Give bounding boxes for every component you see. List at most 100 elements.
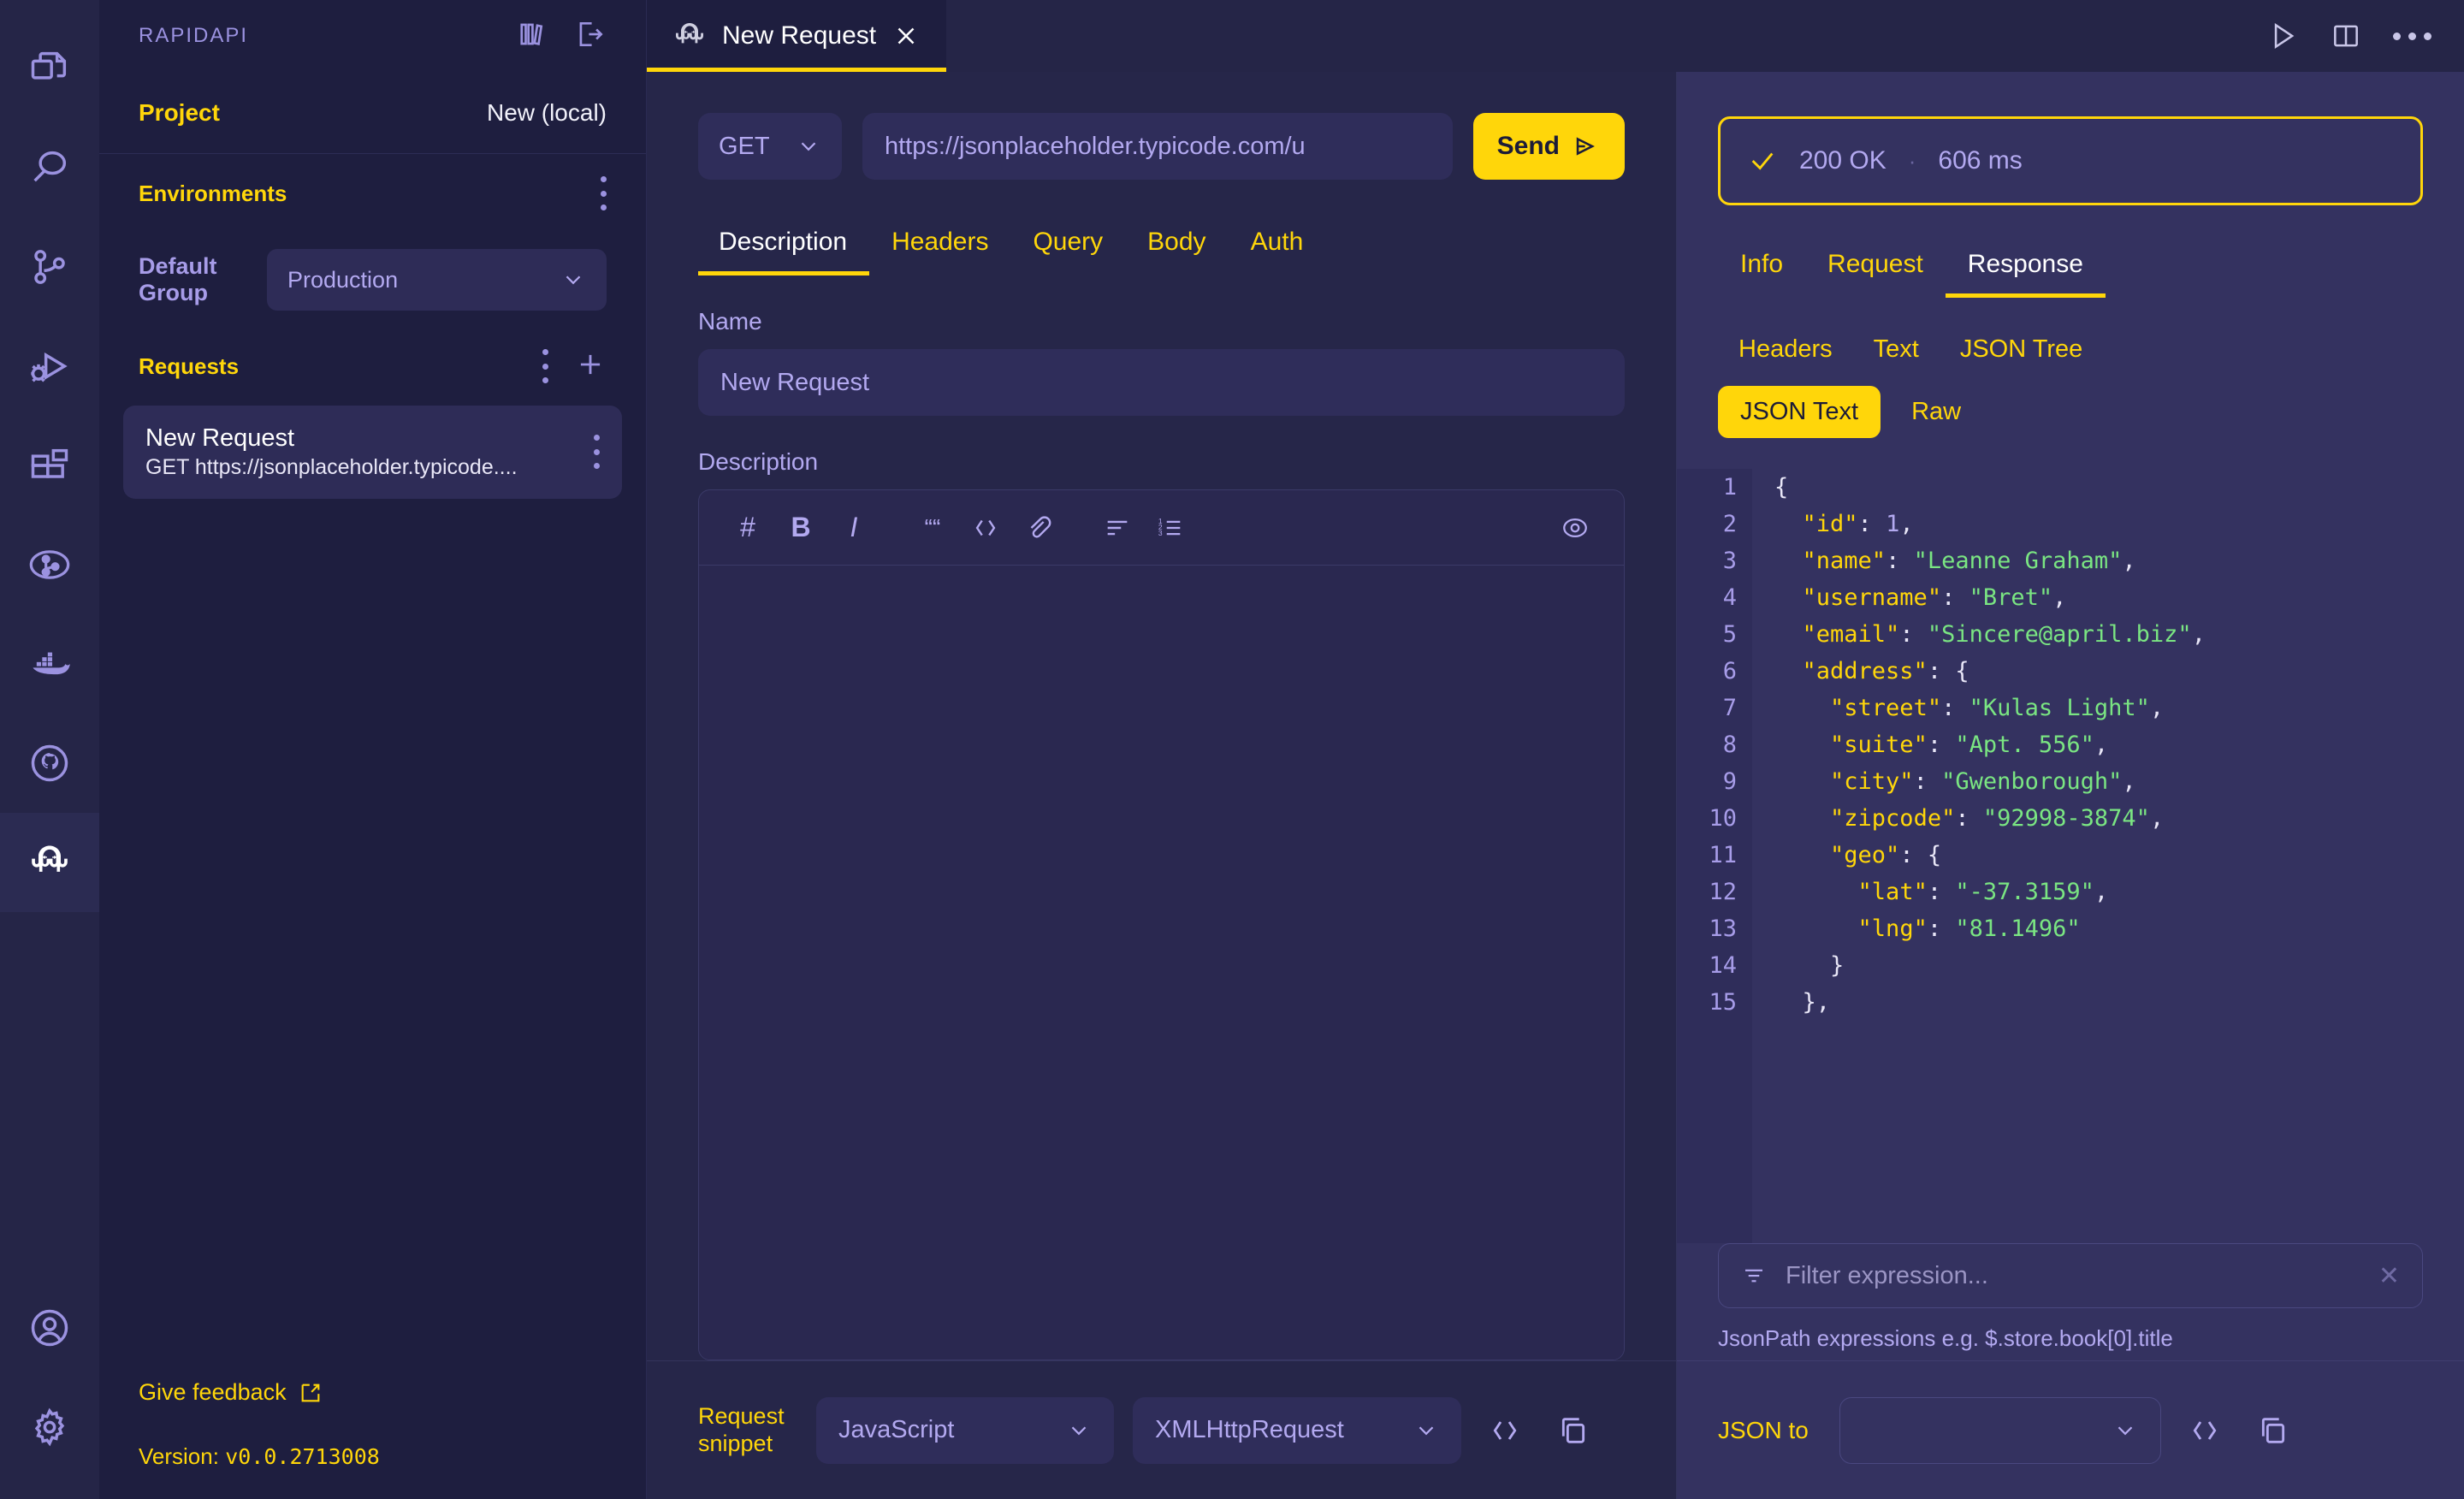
numbered-list-icon[interactable]: 123	[1144, 513, 1197, 542]
snippet-language-value: JavaScript	[838, 1416, 955, 1443]
description-label: Description	[698, 448, 819, 475]
split-editor-icon[interactable]	[2330, 20, 2362, 52]
snippet-library-select[interactable]: XMLHttpRequest	[1133, 1396, 1461, 1464]
docker-icon[interactable]	[0, 614, 99, 714]
more-actions-icon[interactable]	[2393, 32, 2431, 40]
environments-more-options-icon[interactable]	[600, 176, 607, 210]
filter-icon	[1745, 1269, 1762, 1283]
tab-response[interactable]: Response	[1945, 241, 2106, 298]
request-item-subtitle: GET https://jsonplaceholder.typicode....	[145, 455, 518, 480]
give-feedback-link[interactable]: Give feedback	[139, 1379, 607, 1406]
line-number: 13	[1709, 915, 1737, 942]
search-icon[interactable]	[0, 118, 99, 217]
explorer-icon[interactable]	[0, 19, 99, 118]
tab-query[interactable]: Query	[1010, 219, 1125, 276]
subtab-json-tree[interactable]: JSON Tree	[1940, 329, 2103, 370]
source-control-icon[interactable]	[0, 217, 99, 317]
link-icon[interactable]	[1012, 513, 1065, 542]
line-number: 7	[1722, 695, 1737, 721]
json-to-code-icon[interactable]	[2180, 1406, 2230, 1455]
request-pane: GET https://jsonplaceholder.typicode.com…	[647, 72, 1677, 1499]
library-icon[interactable]	[518, 18, 550, 55]
environments-title: Environments	[139, 180, 287, 206]
close-icon[interactable]	[891, 21, 921, 50]
tab-info[interactable]: Info	[1718, 241, 1805, 298]
tab-new-request[interactable]: New Request	[647, 0, 947, 72]
snippet-code-icon[interactable]	[1480, 1406, 1530, 1455]
settings-gear-icon[interactable]	[0, 1378, 99, 1477]
chevron-down-icon	[1419, 1425, 1434, 1435]
request-item-name: New Request	[145, 424, 295, 452]
line-number: 8	[1722, 732, 1737, 758]
tab-auth[interactable]: Auth	[1229, 219, 1326, 276]
request-tabs: Description Headers Query Body Auth	[647, 219, 1676, 276]
response-format-toggle: JSON Text Raw	[1677, 386, 2464, 438]
name-value: New Request	[720, 368, 870, 396]
close-icon[interactable]: ✕	[2378, 1261, 2400, 1291]
json-to-copy-icon[interactable]	[2248, 1406, 2298, 1455]
tab-label: New Request	[722, 21, 877, 50]
send-icon	[1576, 137, 1595, 156]
requests-more-options-icon[interactable]	[542, 349, 548, 383]
line-number: 4	[1722, 584, 1737, 611]
code-line: "lat": "-37.3159",	[1857, 879, 2109, 905]
url-value: https://jsonplaceholder.typicode.com/u	[885, 132, 1306, 160]
extensions-icon[interactable]	[0, 416, 99, 515]
subtab-text[interactable]: Text	[1853, 329, 1940, 370]
request-item-more-options-icon[interactable]	[593, 435, 600, 470]
format-json-text[interactable]: JSON Text	[1718, 386, 1881, 438]
preview-eye-icon[interactable]	[1549, 513, 1602, 542]
snippet-copy-icon[interactable]	[1549, 1406, 1598, 1455]
response-body-viewer[interactable]: 1 2 3 4 5 6 7 8 9 10 11 12 13 14 15 { "id": 1, "name":…	[1677, 469, 2464, 1243]
github-icon[interactable]	[0, 714, 99, 813]
side-panel-title: RAPIDAPI	[139, 24, 249, 47]
rapidapi-octopus-icon	[676, 23, 703, 44]
url-input[interactable]: https://jsonplaceholder.typicode.com/u	[862, 113, 1453, 180]
code-icon[interactable]	[959, 513, 1012, 542]
http-method-select[interactable]: GET	[698, 113, 842, 180]
add-request-plus-icon[interactable]	[574, 348, 607, 385]
heading-icon[interactable]: #	[721, 512, 774, 543]
name-input[interactable]: New Request	[698, 349, 1625, 416]
quote-icon[interactable]: ““	[906, 514, 959, 542]
json-to-label: JSON to	[1718, 1416, 1809, 1443]
tab-description[interactable]: Description	[698, 219, 870, 276]
environments-section-header: Environments	[99, 154, 646, 233]
filter-help-text: JsonPath expressions e.g. $.store.book[0…	[1718, 1325, 2173, 1351]
italic-icon[interactable]: I	[827, 512, 880, 543]
run-debug-icon[interactable]	[0, 317, 99, 416]
snippet-language-select[interactable]: JavaScript	[816, 1396, 1114, 1464]
external-link-icon	[301, 1383, 319, 1401]
send-button[interactable]: Send	[1472, 113, 1625, 180]
filter-expression-input[interactable]: Filter expression... ✕	[1718, 1243, 2423, 1308]
json-to-select[interactable]	[1839, 1396, 2161, 1464]
line-number: 12	[1709, 879, 1737, 905]
git-graph-icon[interactable]	[0, 515, 99, 614]
account-icon[interactable]	[0, 1278, 99, 1378]
code-line: "street": "Kulas Light",	[1830, 695, 2165, 721]
chevron-down-icon	[2118, 1425, 2133, 1435]
run-icon[interactable]	[2266, 20, 2299, 52]
project-label: Project	[139, 98, 220, 126]
bullet-list-icon[interactable]	[1091, 513, 1144, 542]
check-icon	[1751, 152, 1774, 170]
code-line: "zipcode": "92998-3874",	[1830, 805, 2165, 832]
bold-icon[interactable]: B	[774, 512, 827, 543]
tab-body[interactable]: Body	[1125, 219, 1228, 276]
chevron-down-icon	[566, 276, 581, 285]
description-textarea[interactable]	[699, 566, 1624, 1360]
tab-headers[interactable]: Headers	[869, 219, 1010, 276]
tab-bar-actions	[2266, 0, 2464, 72]
line-number: 2	[1722, 511, 1737, 537]
list-item[interactable]: New Request GET https://jsonplaceholder.…	[123, 406, 622, 499]
format-raw[interactable]: Raw	[1889, 386, 1983, 438]
project-row[interactable]: Project New (local)	[99, 72, 646, 154]
environment-select[interactable]: Production	[267, 249, 607, 311]
rapidapi-octopus-icon[interactable]	[0, 813, 99, 912]
line-number: 5	[1722, 621, 1737, 648]
side-panel-header: RAPIDAPI	[99, 0, 646, 72]
subtab-headers[interactable]: Headers	[1718, 329, 1853, 370]
tab-request[interactable]: Request	[1805, 241, 1946, 298]
open-external-icon[interactable]	[574, 18, 607, 55]
name-label: Name	[698, 308, 762, 335]
